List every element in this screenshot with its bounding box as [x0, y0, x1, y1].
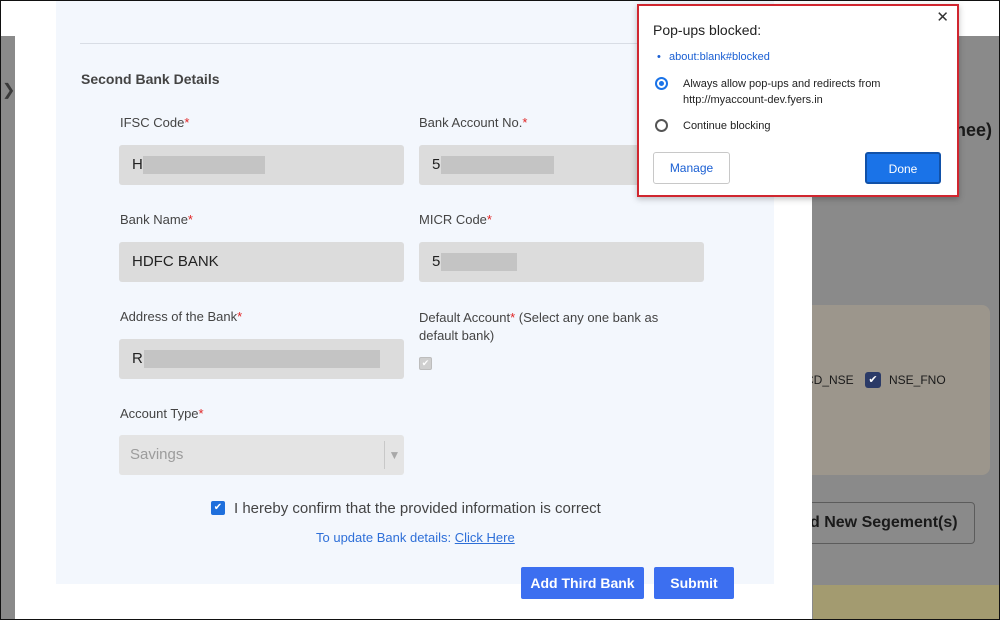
- default-account-label: Default Account* (Select any one bank as…: [419, 310, 659, 343]
- section-title: Second Bank Details: [81, 71, 220, 87]
- ifsc-label: IFSC Code*: [120, 115, 190, 130]
- bank-name-label: Bank Name*: [120, 212, 193, 227]
- address-input[interactable]: R: [119, 339, 404, 379]
- micr-label: MICR Code*: [419, 212, 492, 227]
- account-number-label: Bank Account No.*: [419, 115, 528, 130]
- popup-title: Pop-ups blocked:: [653, 22, 762, 38]
- close-icon[interactable]: ✕: [936, 8, 949, 26]
- bank-name-input[interactable]: HDFC BANK: [119, 242, 404, 282]
- chevron-right-icon[interactable]: ❯: [2, 80, 15, 100]
- allow-popups-label[interactable]: Always allow pop-ups and redirects from …: [683, 76, 945, 108]
- micr-input[interactable]: 5: [419, 242, 704, 282]
- update-bank-details-line: To update Bank details: Click Here: [316, 530, 515, 545]
- manage-button[interactable]: Manage: [653, 152, 730, 184]
- segment-checkbox-checked-icon[interactable]: ✔: [865, 372, 881, 388]
- background-segment-card: [800, 305, 990, 475]
- account-type-value: Savings: [130, 446, 184, 463]
- background-segment-label: CD_NSE: [805, 373, 854, 387]
- continue-blocking-label[interactable]: Continue blocking: [683, 118, 770, 134]
- popups-blocked-dialog: ✕ Pop-ups blocked: about:blank#blocked A…: [637, 4, 959, 197]
- confirm-text: I hereby confirm that the provided infor…: [234, 500, 601, 517]
- background-heading-fragment: nee): [955, 120, 993, 140]
- bank-name-value: HDFC BANK: [132, 253, 219, 270]
- allow-popups-radio[interactable]: [655, 77, 668, 90]
- ifsc-value: H: [132, 156, 143, 173]
- redacted-value: [143, 156, 265, 174]
- default-account-checkbox[interactable]: ✔: [419, 357, 432, 370]
- confirm-checkbox[interactable]: ✔: [211, 501, 225, 515]
- submit-button[interactable]: Submit: [654, 567, 734, 599]
- micr-value: 5: [432, 253, 441, 270]
- background-segment-label: NSE_FNO: [889, 373, 946, 387]
- address-value: R: [132, 350, 143, 367]
- account-number-value: 5: [432, 156, 441, 173]
- account-type-select[interactable]: Savings ▼: [119, 435, 404, 475]
- dropdown-arrow-icon: ▼: [384, 441, 404, 469]
- continue-blocking-radio[interactable]: [655, 119, 668, 132]
- redacted-value: [441, 156, 554, 174]
- redacted-value: [441, 253, 517, 271]
- account-type-label: Account Type*: [120, 406, 204, 421]
- add-third-bank-button[interactable]: Add Third Bank: [521, 567, 644, 599]
- redacted-value: [144, 350, 380, 368]
- address-label: Address of the Bank*: [120, 309, 243, 324]
- ifsc-input[interactable]: H: [119, 145, 404, 185]
- background-bottom-card: [813, 585, 1000, 620]
- blocked-popup-link[interactable]: about:blank#blocked: [657, 51, 770, 63]
- click-here-link[interactable]: Click Here: [455, 530, 515, 545]
- add-new-segment-button[interactable]: d New Segement(s): [795, 502, 975, 544]
- done-button[interactable]: Done: [865, 152, 941, 184]
